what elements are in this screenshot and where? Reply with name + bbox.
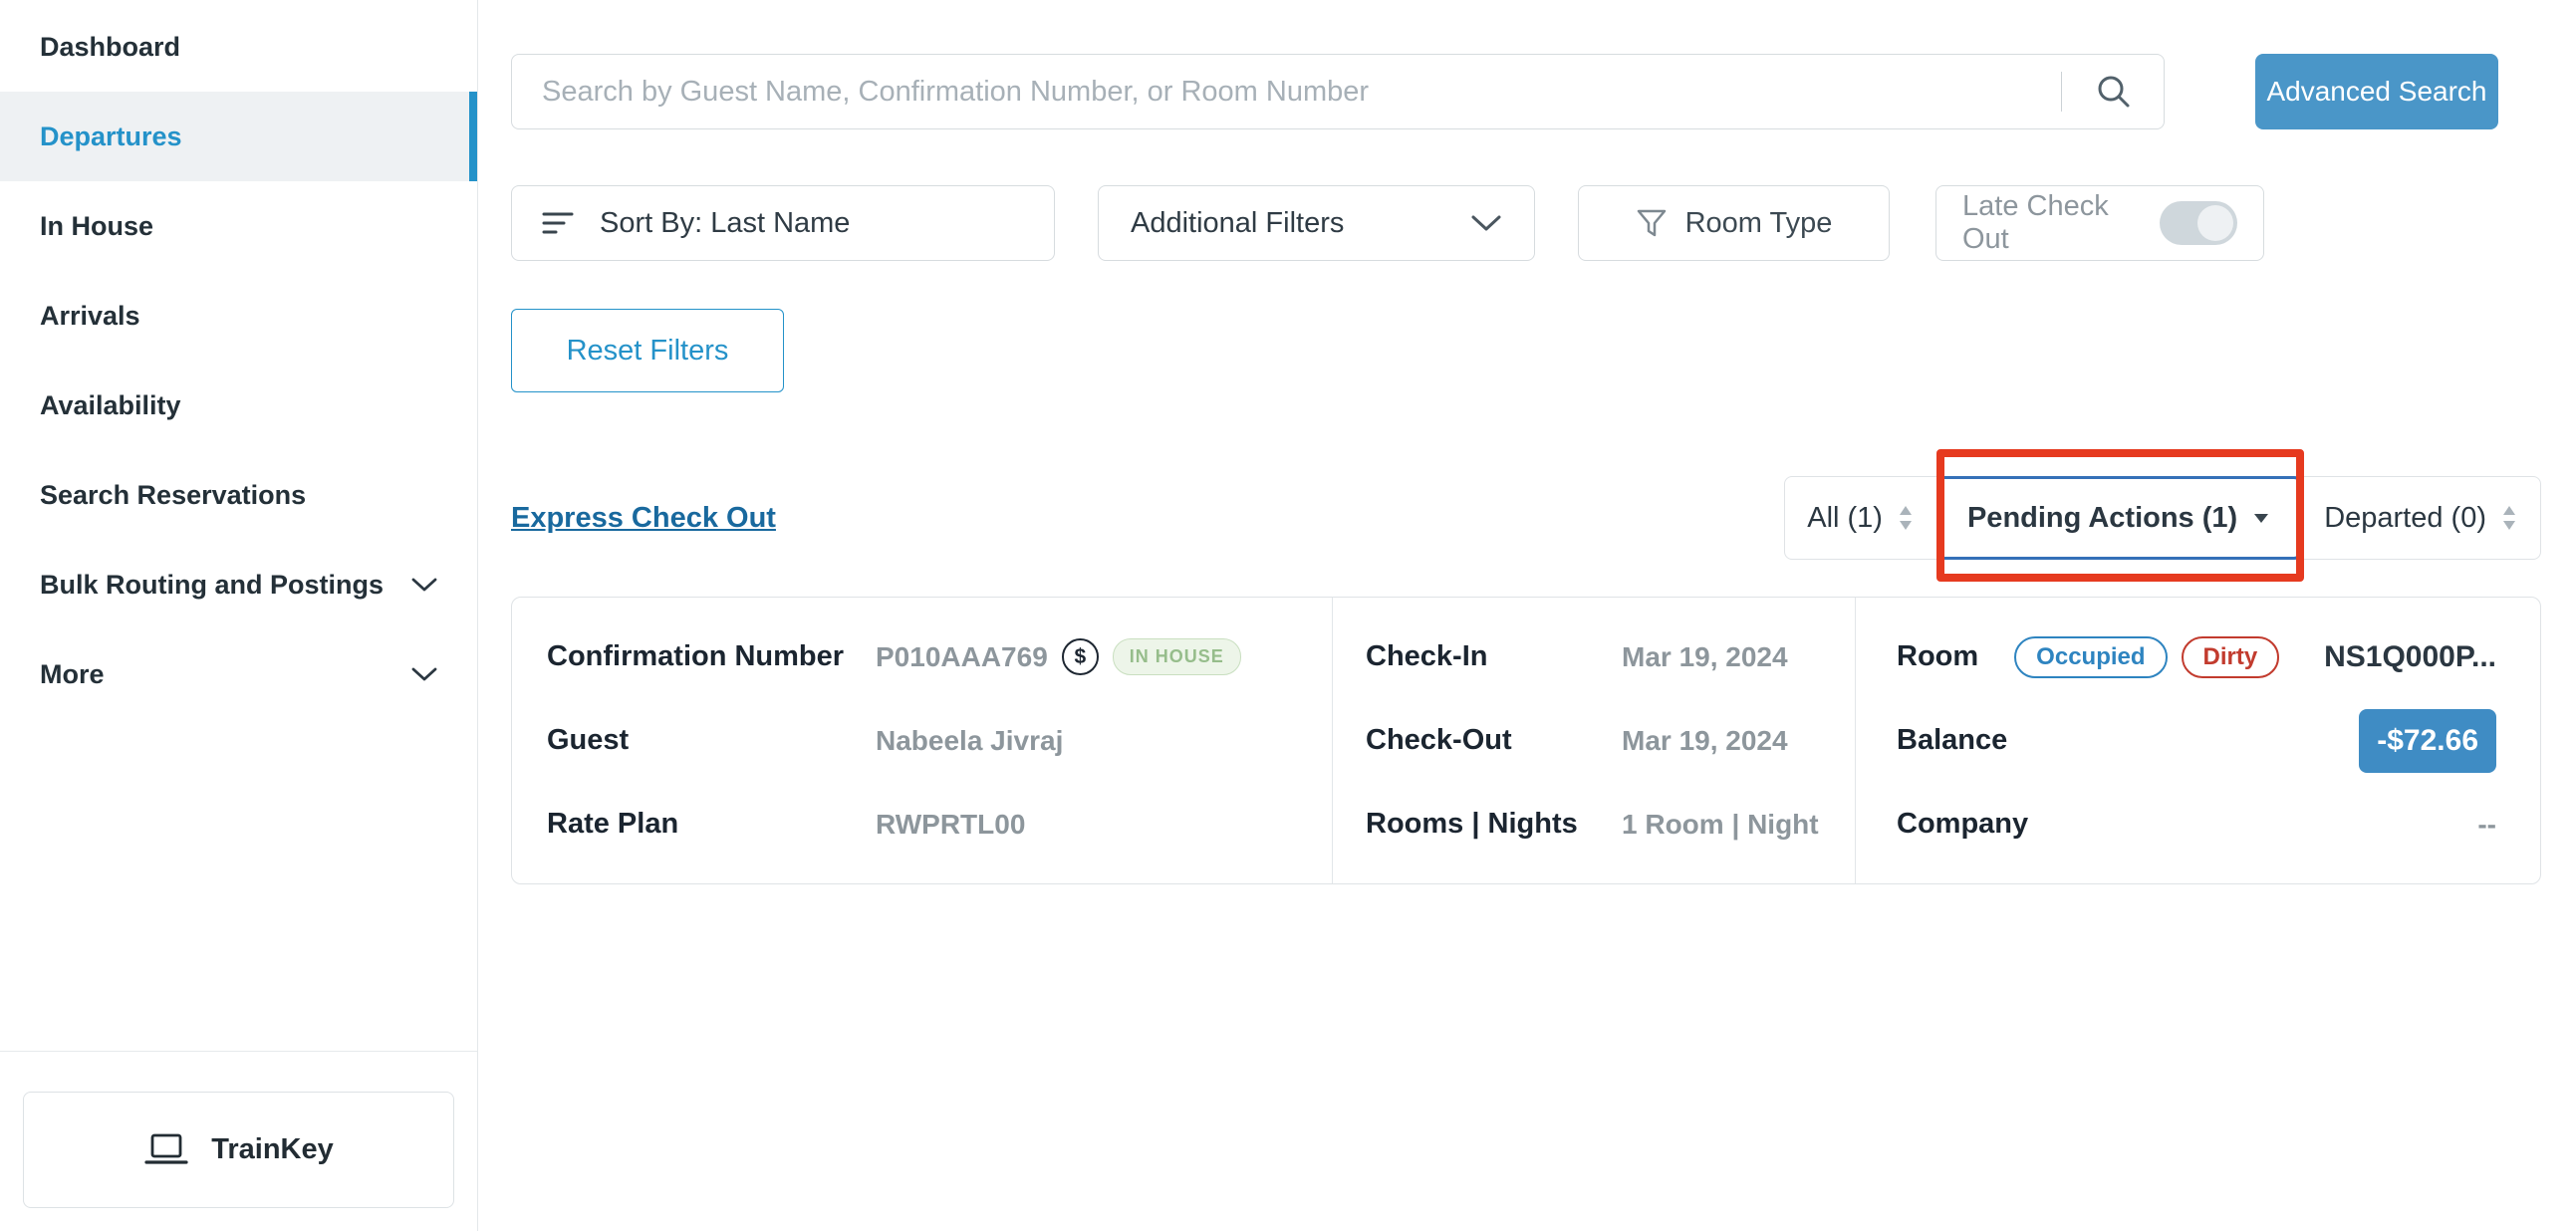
trainkey-label: TrainKey [211,1133,334,1166]
sidebar-item-availability[interactable]: Availability [0,361,477,450]
search-box [511,54,2165,129]
sidebar-item-label: Availability [40,390,181,421]
confirmation-row: Confirmation Number P010AAA769 $ IN HOUS… [547,631,1332,683]
sidebar-item-departures[interactable]: Departures [0,92,477,181]
sidebar-footer: TrainKey [0,1051,477,1231]
sidebar-item-arrivals[interactable]: Arrivals [0,271,477,361]
sidebar-nav: Dashboard Departures In House Arrivals A… [0,0,477,719]
in-house-badge: IN HOUSE [1113,638,1241,675]
app-root: Dashboard Departures In House Arrivals A… [0,0,2576,1231]
sidebar-item-bulk-routing-postings[interactable]: Bulk Routing and Postings [0,540,477,629]
list-header: Express Check Out All (1) Pending Action… [511,476,2541,560]
sort-by-label: Sort By: Last Name [600,207,850,240]
reset-filters-button[interactable]: Reset Filters [511,309,784,392]
rooms-nights-label: Rooms | Nights [1366,808,1622,841]
chevron-down-icon [1470,213,1502,233]
sort-icon [542,209,576,237]
tab-departed[interactable]: Departed (0) [2302,477,2540,559]
check-in-value: Mar 19, 2024 [1622,641,1788,673]
sidebar: Dashboard Departures In House Arrivals A… [0,0,478,1231]
room-label: Room [1897,640,1978,673]
room-type-filter[interactable]: Room Type [1578,185,1890,261]
status-tabs: All (1) Pending Actions (1) Departed (0) [1784,476,2541,560]
laptop-icon [143,1131,189,1169]
room-value: NS1Q000P... [2324,640,2496,674]
payment-dollar-icon[interactable]: $ [1062,638,1099,675]
sidebar-item-label: In House [40,211,153,242]
toggle-knob [2197,205,2233,241]
caret-down-icon [2251,511,2271,525]
chevron-down-icon [411,577,437,593]
balance-badge[interactable]: -$72.66 [2359,709,2496,773]
late-checkout-toggle[interactable] [2160,201,2237,245]
sidebar-item-more[interactable]: More [0,629,477,719]
room-left-group: Room Occupied Dirty [1897,636,2279,678]
tab-all-label: All (1) [1807,502,1883,535]
check-out-label: Check-Out [1366,724,1622,757]
trainkey-button[interactable]: TrainKey [23,1092,454,1208]
reservation-card[interactable]: Confirmation Number P010AAA769 $ IN HOUS… [511,597,2541,884]
express-checkout-link[interactable]: Express Check Out [511,502,776,535]
sidebar-item-label: Dashboard [40,32,180,63]
sort-by-button[interactable]: Sort By: Last Name [511,185,1055,261]
reservation-card-right-column: Room Occupied Dirty NS1Q000P... Balance … [1855,598,2540,883]
rate-plan-value: RWPRTL00 [876,809,1025,841]
tab-departed-label: Departed (0) [2324,502,2486,535]
room-row: Room Occupied Dirty NS1Q000P... [1897,631,2496,683]
confirmation-value: P010AAA769 [876,641,1048,673]
rate-plan-label: Rate Plan [547,808,876,841]
chevron-down-icon [411,666,437,682]
company-label: Company [1897,808,2028,841]
advanced-search-button[interactable]: Advanced Search [2255,54,2498,129]
search-divider [2061,72,2062,112]
tab-all[interactable]: All (1) [1785,477,1936,559]
occupied-status-pill: Occupied [2014,636,2167,678]
funnel-icon [1636,208,1668,238]
search-icon[interactable] [2094,72,2134,112]
main-content: Advanced Search Sort By: Last Name Addit… [478,0,2576,1231]
check-in-row: Check-In Mar 19, 2024 [1366,631,1855,683]
room-type-label: Room Type [1685,207,1833,240]
rooms-nights-row: Rooms | Nights 1 Room | Night [1366,799,1855,851]
guest-value: Nabeela Jivraj [876,725,1063,757]
room-status-pills: Occupied Dirty [2014,636,2279,678]
balance-label: Balance [1897,724,2007,757]
tab-pending-actions-label: Pending Actions (1) [1967,502,2237,535]
additional-filters-label: Additional Filters [1131,207,1344,240]
dirty-status-pill: Dirty [2182,636,2280,678]
sidebar-item-label: Departures [40,122,182,152]
sidebar-item-in-house[interactable]: In House [0,181,477,271]
guest-label: Guest [547,724,876,757]
filter-row: Sort By: Last Name Additional Filters Ro… [511,185,2541,261]
confirmation-value-group: P010AAA769 $ IN HOUSE [876,638,1241,675]
company-row: Company -- [1897,799,2496,851]
check-in-label: Check-In [1366,640,1622,673]
late-checkout-filter: Late Check Out [1935,185,2264,261]
check-out-row: Check-Out Mar 19, 2024 [1366,715,1855,767]
rooms-nights-value: 1 Room | Night [1622,809,1819,841]
caret-up-down-icon [1897,503,1915,533]
sidebar-item-label: Bulk Routing and Postings [40,570,384,601]
tab-pending-actions[interactable]: Pending Actions (1) [1936,476,2302,560]
sidebar-item-label: Arrivals [40,301,140,332]
sidebar-item-label: Search Reservations [40,480,306,511]
balance-row: Balance -$72.66 [1897,709,2496,773]
reservation-card-middle-column: Check-In Mar 19, 2024 Check-Out Mar 19, … [1332,598,1855,883]
sidebar-item-dashboard[interactable]: Dashboard [0,2,477,92]
reservation-card-left-column: Confirmation Number P010AAA769 $ IN HOUS… [512,598,1332,883]
check-out-value: Mar 19, 2024 [1622,725,1788,757]
guest-row: Guest Nabeela Jivraj [547,715,1332,767]
sidebar-item-search-reservations[interactable]: Search Reservations [0,450,477,540]
sidebar-item-label: More [40,659,105,690]
rate-plan-row: Rate Plan RWPRTL00 [547,799,1332,851]
late-checkout-label: Late Check Out [1962,190,2160,256]
search-row: Advanced Search [511,54,2541,129]
additional-filters-dropdown[interactable]: Additional Filters [1098,185,1535,261]
caret-up-down-icon [2500,503,2518,533]
search-input[interactable] [512,55,2061,128]
company-value: -- [2477,809,2496,841]
confirmation-label: Confirmation Number [547,640,876,673]
